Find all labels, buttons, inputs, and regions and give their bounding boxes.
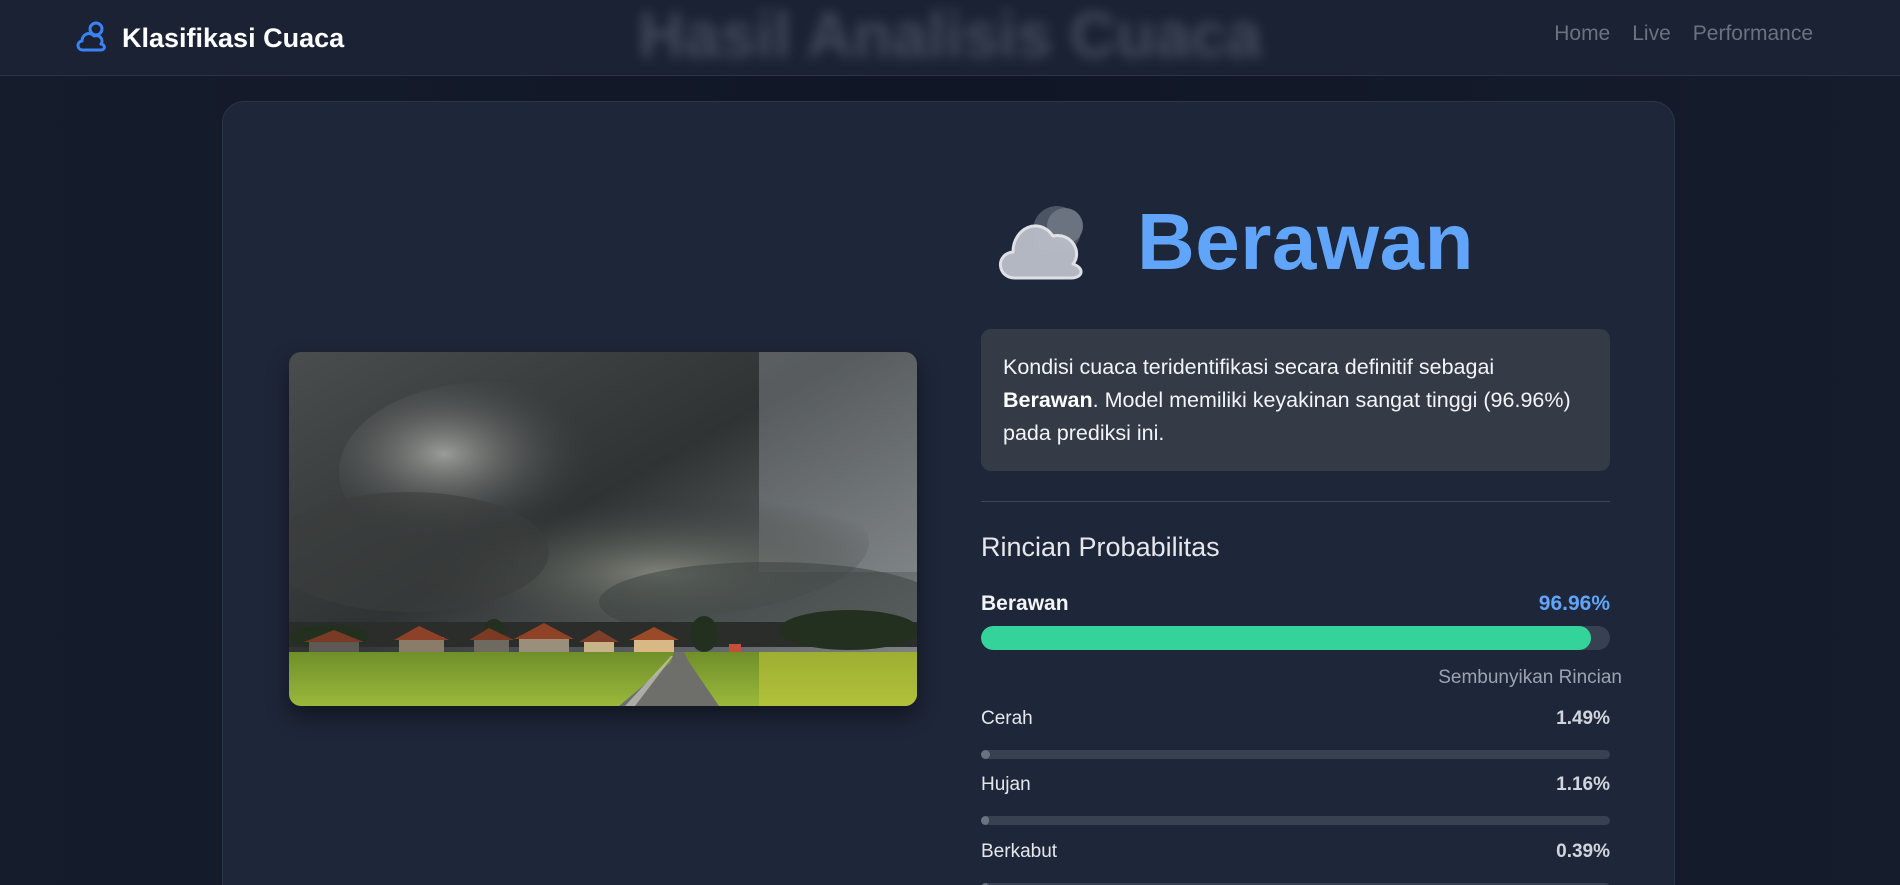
top-prediction-name: Berawan [981,592,1069,615]
probability-row-berkabut: Berkabut 0.39% [981,841,1610,863]
result-card: Berawan Kondisi cuaca teridentifikasi se… [222,101,1675,885]
probability-row-hujan: Hujan 1.16% [981,774,1610,796]
probability-percent: 1.49% [1556,708,1610,729]
probability-bar-hujan [981,816,1610,825]
probability-name: Hujan [981,774,1031,795]
probability-name: Cerah [981,708,1033,729]
probability-bar-fill [981,750,991,759]
brand-logo-link[interactable]: Klasifikasi Cuaca [74,18,344,58]
description-label: Berawan [1003,388,1093,412]
probability-breakdown-title: Rincian Probabilitas [981,532,1220,562]
nav-links: Home Live Performance [1554,22,1813,46]
weather-logo-icon [76,21,106,52]
prediction-description: Kondisi cuaca teridentifikasi secara def… [981,329,1610,471]
probability-bar-fill [981,816,989,825]
hide-details-toggle[interactable]: Sembunyikan Rincian [1426,667,1622,689]
navbar: Hasil Analisis Cuaca Klasifikasi Cuaca H… [0,0,1900,76]
nav-home-link[interactable]: Home [1554,22,1610,46]
description-prefix: Kondisi cuaca teridentifikasi secara def… [1003,355,1495,379]
probability-percent: 0.39% [1556,841,1610,862]
top-prediction-progress-fill [981,626,1591,650]
brand-name: Klasifikasi Cuaca [122,22,345,53]
section-divider [981,501,1610,502]
nav-live-link[interactable]: Live [1632,22,1671,46]
top-prediction-row: Berawan 96.96% [981,592,1610,616]
storm-landscape-image [289,352,917,706]
probability-name: Berkabut [981,841,1058,862]
probability-row-cerah: Cerah 1.49% [981,708,1610,730]
uploaded-weather-photo [289,352,917,706]
top-prediction-progress-bar [981,626,1610,650]
prediction-label: Berawan [1137,197,1474,286]
probability-bar-cerah [981,750,1610,759]
cloud-moon-icon [999,206,1083,280]
prediction-header: Berawan [987,182,1474,302]
probability-percent: 1.16% [1556,774,1610,795]
top-prediction-percent: 96.96% [1538,592,1610,615]
nav-performance-link[interactable]: Performance [1693,22,1813,46]
